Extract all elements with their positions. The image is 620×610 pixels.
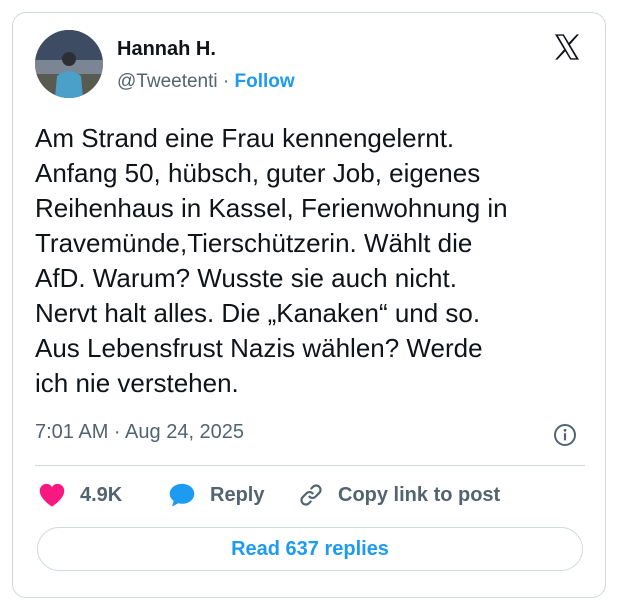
follow-button[interactable]: Follow xyxy=(235,71,295,92)
divider xyxy=(35,465,585,466)
heart-icon xyxy=(39,483,65,507)
info-icon[interactable] xyxy=(553,423,577,447)
copy-link-label: Copy link to post xyxy=(338,483,501,506)
read-replies-button[interactable]: Read 637 replies xyxy=(37,527,583,571)
handle-separator: · xyxy=(217,71,235,92)
like-count: 4.9K xyxy=(80,483,123,506)
copy-link-button[interactable]: Copy link to post xyxy=(298,482,500,508)
author-handle[interactable]: @Tweetenti xyxy=(117,71,218,92)
reply-button[interactable]: Reply xyxy=(168,482,264,508)
reply-label: Reply xyxy=(210,483,265,506)
tweet-timestamp[interactable]: 7:01 AM · Aug 24, 2025 xyxy=(35,421,244,444)
x-logo-icon[interactable] xyxy=(551,31,583,63)
avatar[interactable] xyxy=(35,30,103,98)
like-button[interactable]: 4.9K xyxy=(38,482,122,508)
avatar-photo-icon xyxy=(35,30,103,98)
tweet-card: Hannah H. @Tweetenti · Follow Am Strand … xyxy=(12,12,606,598)
link-icon xyxy=(300,484,322,506)
handle-row: @Tweetenti · Follow xyxy=(117,71,295,93)
speech-bubble-icon xyxy=(169,483,195,507)
author-name[interactable]: Hannah H. xyxy=(117,38,216,61)
tweet-text: Am Strand eine Frau kennengelernt. Anfan… xyxy=(35,123,508,398)
read-replies-label: Read 637 replies xyxy=(231,537,389,560)
